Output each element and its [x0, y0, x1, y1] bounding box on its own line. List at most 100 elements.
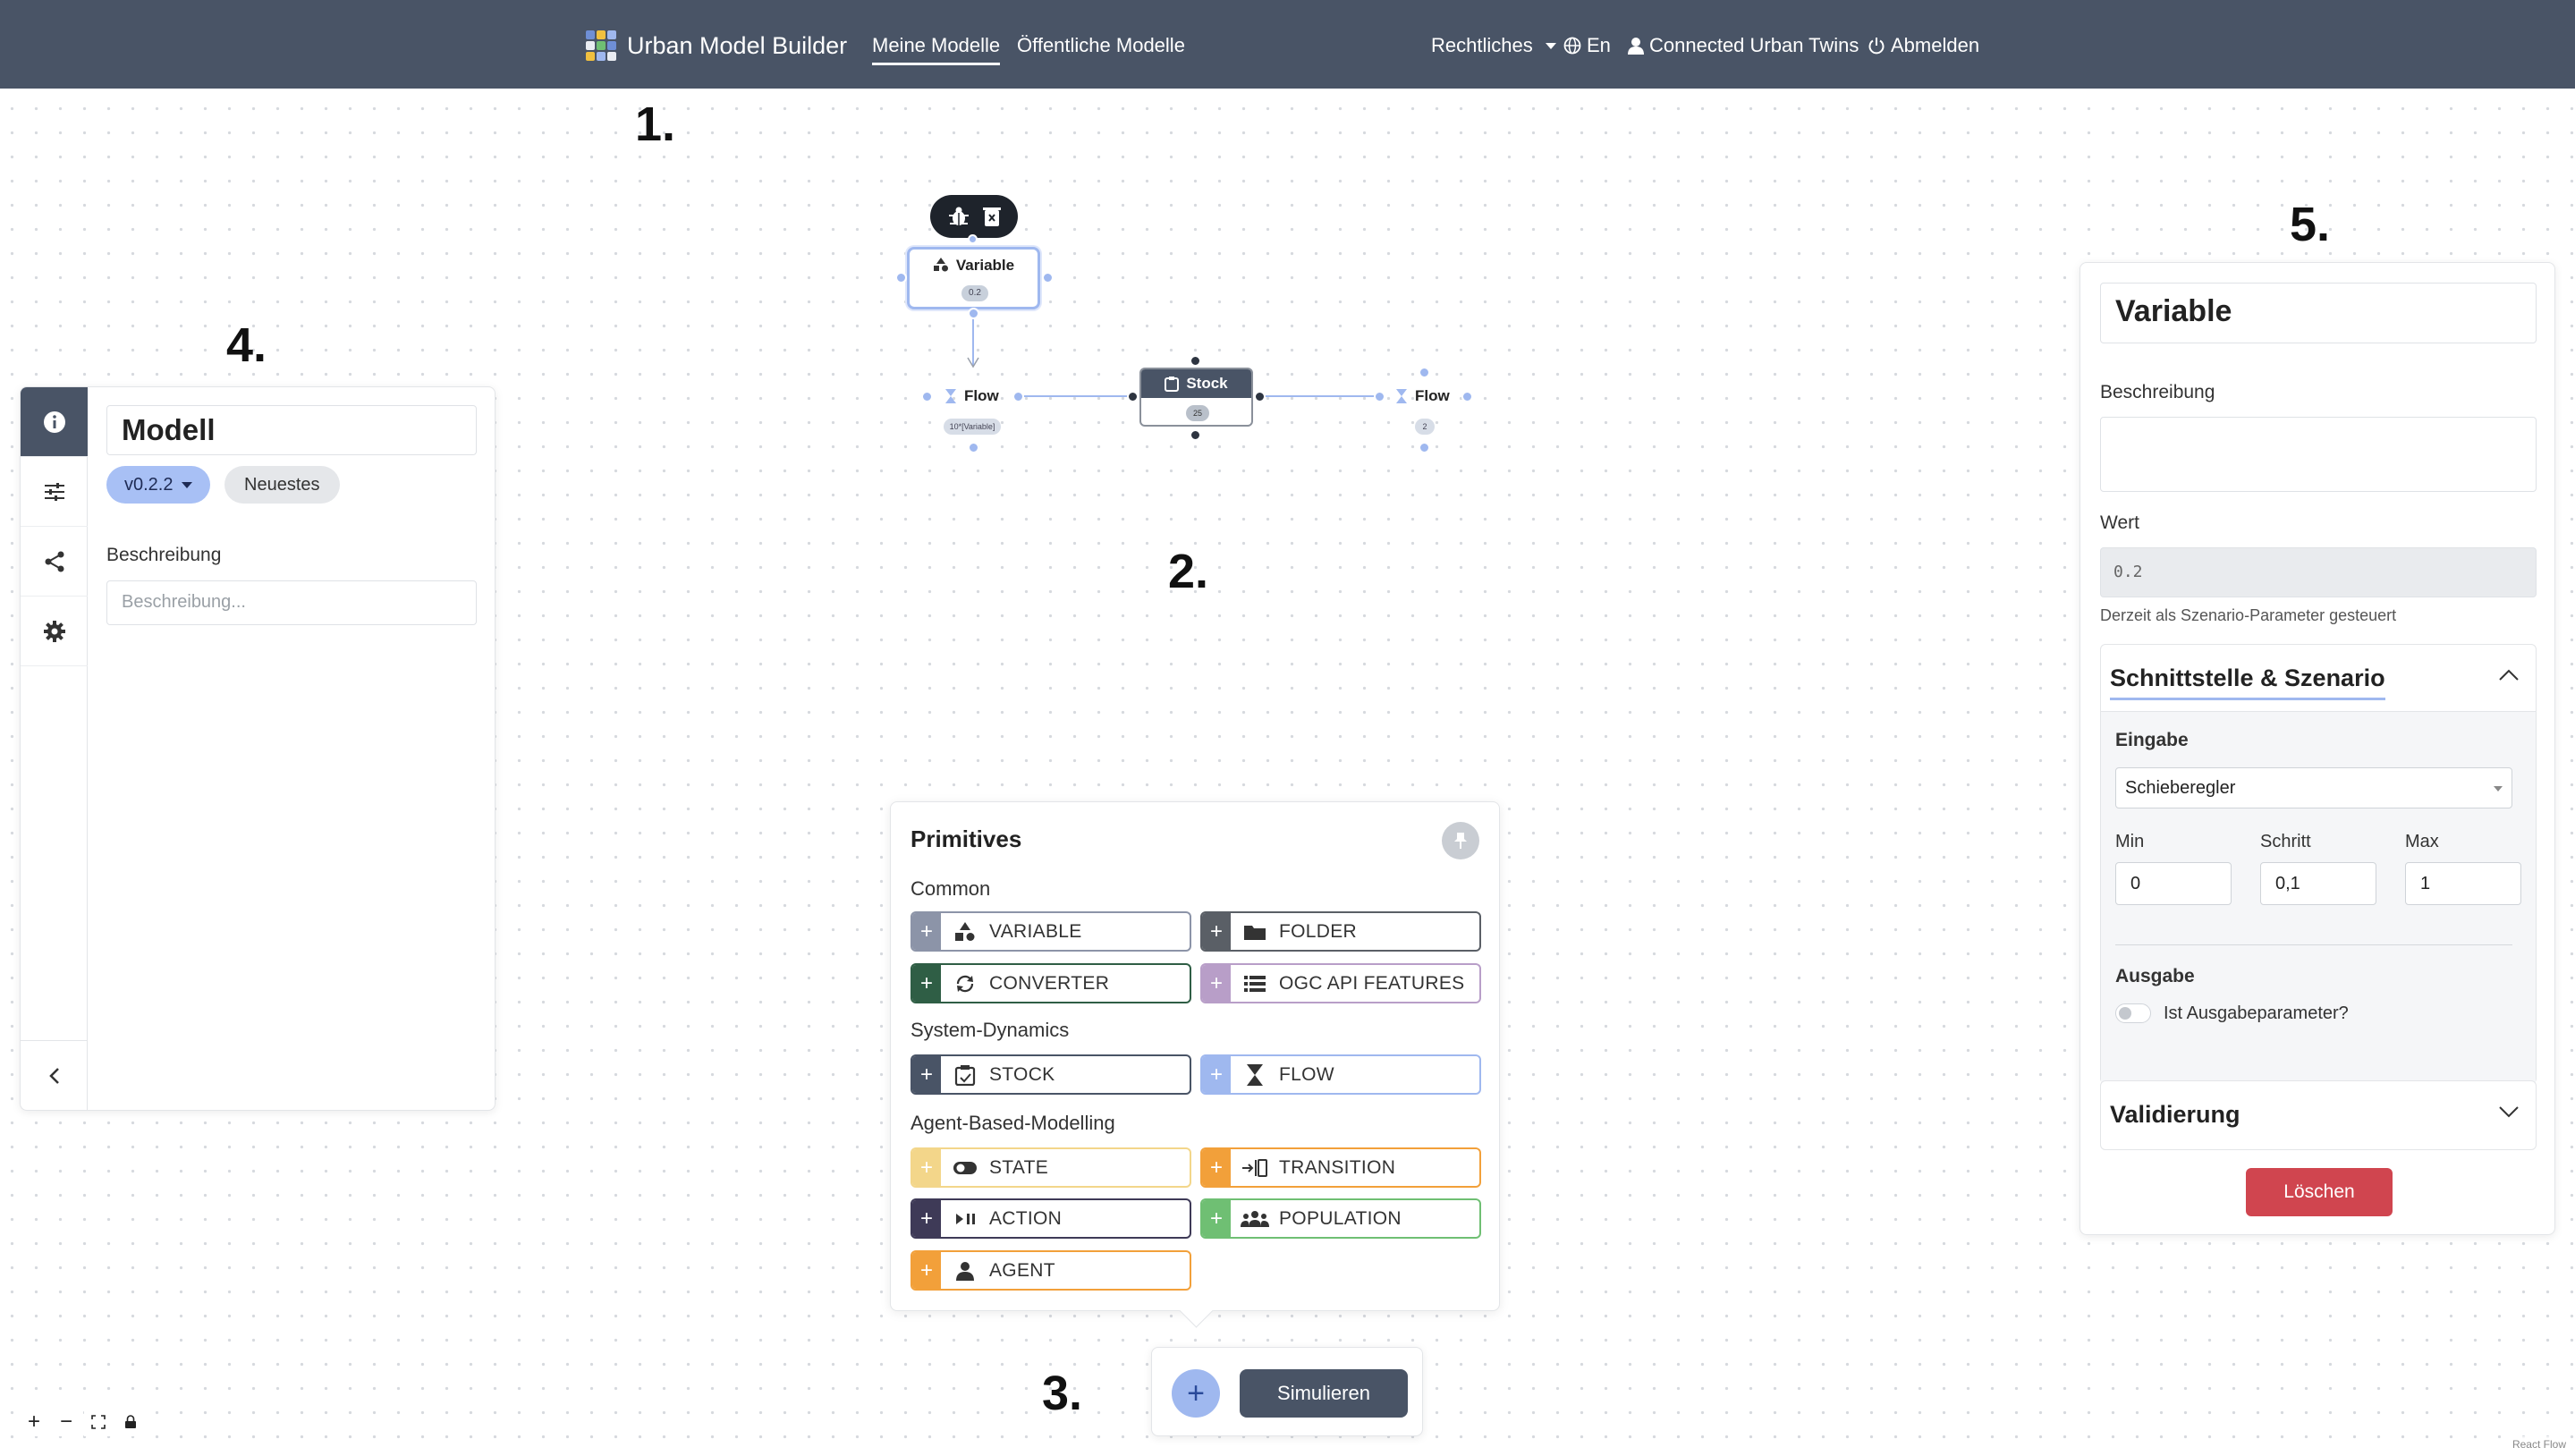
interface-accordion-header[interactable]: Schnittstelle & Szenario: [2110, 665, 2385, 700]
zoom-in-icon[interactable]: +: [20, 1408, 48, 1436]
flow-node-left[interactable]: Flow: [944, 387, 999, 405]
add-primitive-button[interactable]: +: [1172, 1369, 1220, 1418]
rail-settings-button[interactable]: [21, 597, 88, 666]
rail-share-button[interactable]: [21, 527, 88, 597]
user-menu[interactable]: Connected Urban Twins: [1628, 34, 1859, 57]
node-handle[interactable]: [1461, 391, 1473, 402]
min-input[interactable]: 0: [2115, 862, 2232, 905]
validation-accordion-header[interactable]: Validierung: [2110, 1101, 2240, 1129]
node-handle[interactable]: [1190, 355, 1201, 367]
chevron-down-icon[interactable]: [2498, 1105, 2520, 1119]
node-handle[interactable]: [968, 308, 979, 319]
nav-public-models[interactable]: Öffentliche Modelle: [1017, 34, 1185, 57]
scenario-hint: Derzeit als Szenario-Parameter gesteuert: [2100, 606, 2397, 624]
node-handle[interactable]: [1127, 391, 1139, 402]
toggle-icon: [941, 1161, 989, 1175]
node-handle[interactable]: [1042, 272, 1054, 284]
language-switch[interactable]: En: [1563, 34, 1611, 57]
node-handle[interactable]: [968, 442, 979, 453]
stock-node-header: Stock: [1141, 369, 1251, 398]
lock-icon[interactable]: [116, 1408, 145, 1436]
chevron-down-icon: [1545, 42, 1556, 49]
pin-button[interactable]: [1442, 822, 1479, 859]
list-icon: [1231, 975, 1279, 993]
node-handle[interactable]: [921, 391, 933, 402]
add-converter-button[interactable]: + CONVERTER: [911, 963, 1191, 1003]
add-stock-button[interactable]: + STOCK: [911, 1054, 1191, 1095]
language-label: En: [1587, 34, 1611, 56]
navbar: Urban Model Builder Meine Modelle Öffent…: [0, 0, 2575, 89]
add-agent-button[interactable]: + AGENT: [911, 1250, 1191, 1291]
bottom-toolbar: + Simulieren: [1151, 1347, 1423, 1436]
section-common: Common: [911, 877, 991, 900]
stock-node[interactable]: Stock 25: [1139, 368, 1253, 427]
population-label: POPULATION: [1279, 1207, 1402, 1229]
delete-button[interactable]: Löschen: [2246, 1168, 2393, 1216]
output-toggle[interactable]: [2115, 1003, 2151, 1023]
add-action-button[interactable]: + ACTION: [911, 1198, 1191, 1239]
info-icon: [43, 411, 65, 433]
variable-label: VARIABLE: [989, 920, 1082, 942]
max-input[interactable]: 1: [2405, 862, 2521, 905]
annotation-5: 5.: [2290, 198, 2331, 251]
plus-icon: +: [912, 1200, 941, 1237]
node-handle[interactable]: [1254, 391, 1266, 402]
node-handle[interactable]: [895, 272, 907, 284]
node-handle[interactable]: [1419, 367, 1430, 378]
chevron-up-icon[interactable]: [2498, 668, 2520, 682]
zoom-out-icon[interactable]: −: [52, 1408, 80, 1436]
hourglass-icon: [1231, 1063, 1279, 1087]
section-system-dynamics: System-Dynamics: [911, 1019, 1070, 1041]
plus-icon: +: [1202, 1056, 1231, 1093]
plus-icon: +: [912, 1056, 941, 1093]
value-textarea[interactable]: 0.2: [2100, 547, 2537, 597]
legal-label: Rechtliches: [1431, 34, 1533, 56]
brand[interactable]: Urban Model Builder: [586, 29, 847, 63]
hourglass-icon: [945, 389, 956, 403]
add-variable-button[interactable]: + VARIABLE: [911, 911, 1191, 952]
min-label: Min: [2115, 832, 2145, 851]
node-handle[interactable]: [1190, 429, 1201, 441]
node-handle[interactable]: [968, 234, 978, 244]
legal-dropdown[interactable]: Rechtliches: [1431, 34, 1556, 57]
add-ogc-button[interactable]: + OGC API FEATURES: [1200, 963, 1481, 1003]
add-flow-button[interactable]: + FLOW: [1200, 1054, 1481, 1095]
simulate-button[interactable]: Simulieren: [1240, 1369, 1408, 1418]
primitives-title: Primitives: [911, 825, 1022, 852]
fit-view-icon[interactable]: [84, 1408, 113, 1436]
nav-my-models[interactable]: Meine Modelle: [872, 34, 1001, 65]
user-icon: [941, 1261, 989, 1281]
latest-badge[interactable]: Neuestes: [224, 466, 340, 504]
node-name-input[interactable]: Variable: [2100, 283, 2537, 343]
model-title-input[interactable]: Modell: [106, 405, 477, 455]
description-textarea[interactable]: [2100, 417, 2537, 492]
add-population-button[interactable]: + POPULATION: [1200, 1198, 1481, 1239]
shapes-icon: [933, 258, 948, 272]
converter-label: CONVERTER: [989, 972, 1110, 994]
node-handle[interactable]: [1012, 391, 1024, 402]
add-state-button[interactable]: + STATE: [911, 1147, 1191, 1188]
react-flow-attribution[interactable]: React Flow: [2508, 1436, 2570, 1452]
delete-node-icon[interactable]: [982, 206, 1002, 227]
variable-node[interactable]: Variable 0.2: [907, 247, 1040, 309]
node-handle[interactable]: [1419, 442, 1430, 453]
logout-button[interactable]: Abmelden: [1868, 34, 1979, 57]
annotation-2: 2.: [1168, 545, 1209, 598]
add-transition-button[interactable]: + TRANSITION: [1200, 1147, 1481, 1188]
flow-node-right[interactable]: Flow: [1395, 387, 1450, 405]
share-icon: [45, 551, 64, 571]
add-folder-button[interactable]: + FOLDER: [1200, 911, 1481, 952]
power-icon: [1868, 38, 1885, 55]
node-handle[interactable]: [1374, 391, 1385, 402]
collapse-panel-button[interactable]: [21, 1040, 88, 1110]
plus-icon: +: [912, 965, 941, 1002]
step-input[interactable]: 0,1: [2260, 862, 2376, 905]
input-type-select[interactable]: Schieberegler: [2115, 767, 2512, 808]
logout-label: Abmelden: [1891, 34, 1980, 56]
description-input[interactable]: Beschreibung...: [106, 580, 477, 625]
rail-info-button[interactable]: [21, 387, 88, 457]
debug-icon[interactable]: [947, 205, 970, 228]
version-dropdown[interactable]: v0.2.2: [106, 466, 211, 504]
rail-parameters-button[interactable]: [21, 457, 88, 527]
globe-icon: [1563, 37, 1581, 55]
